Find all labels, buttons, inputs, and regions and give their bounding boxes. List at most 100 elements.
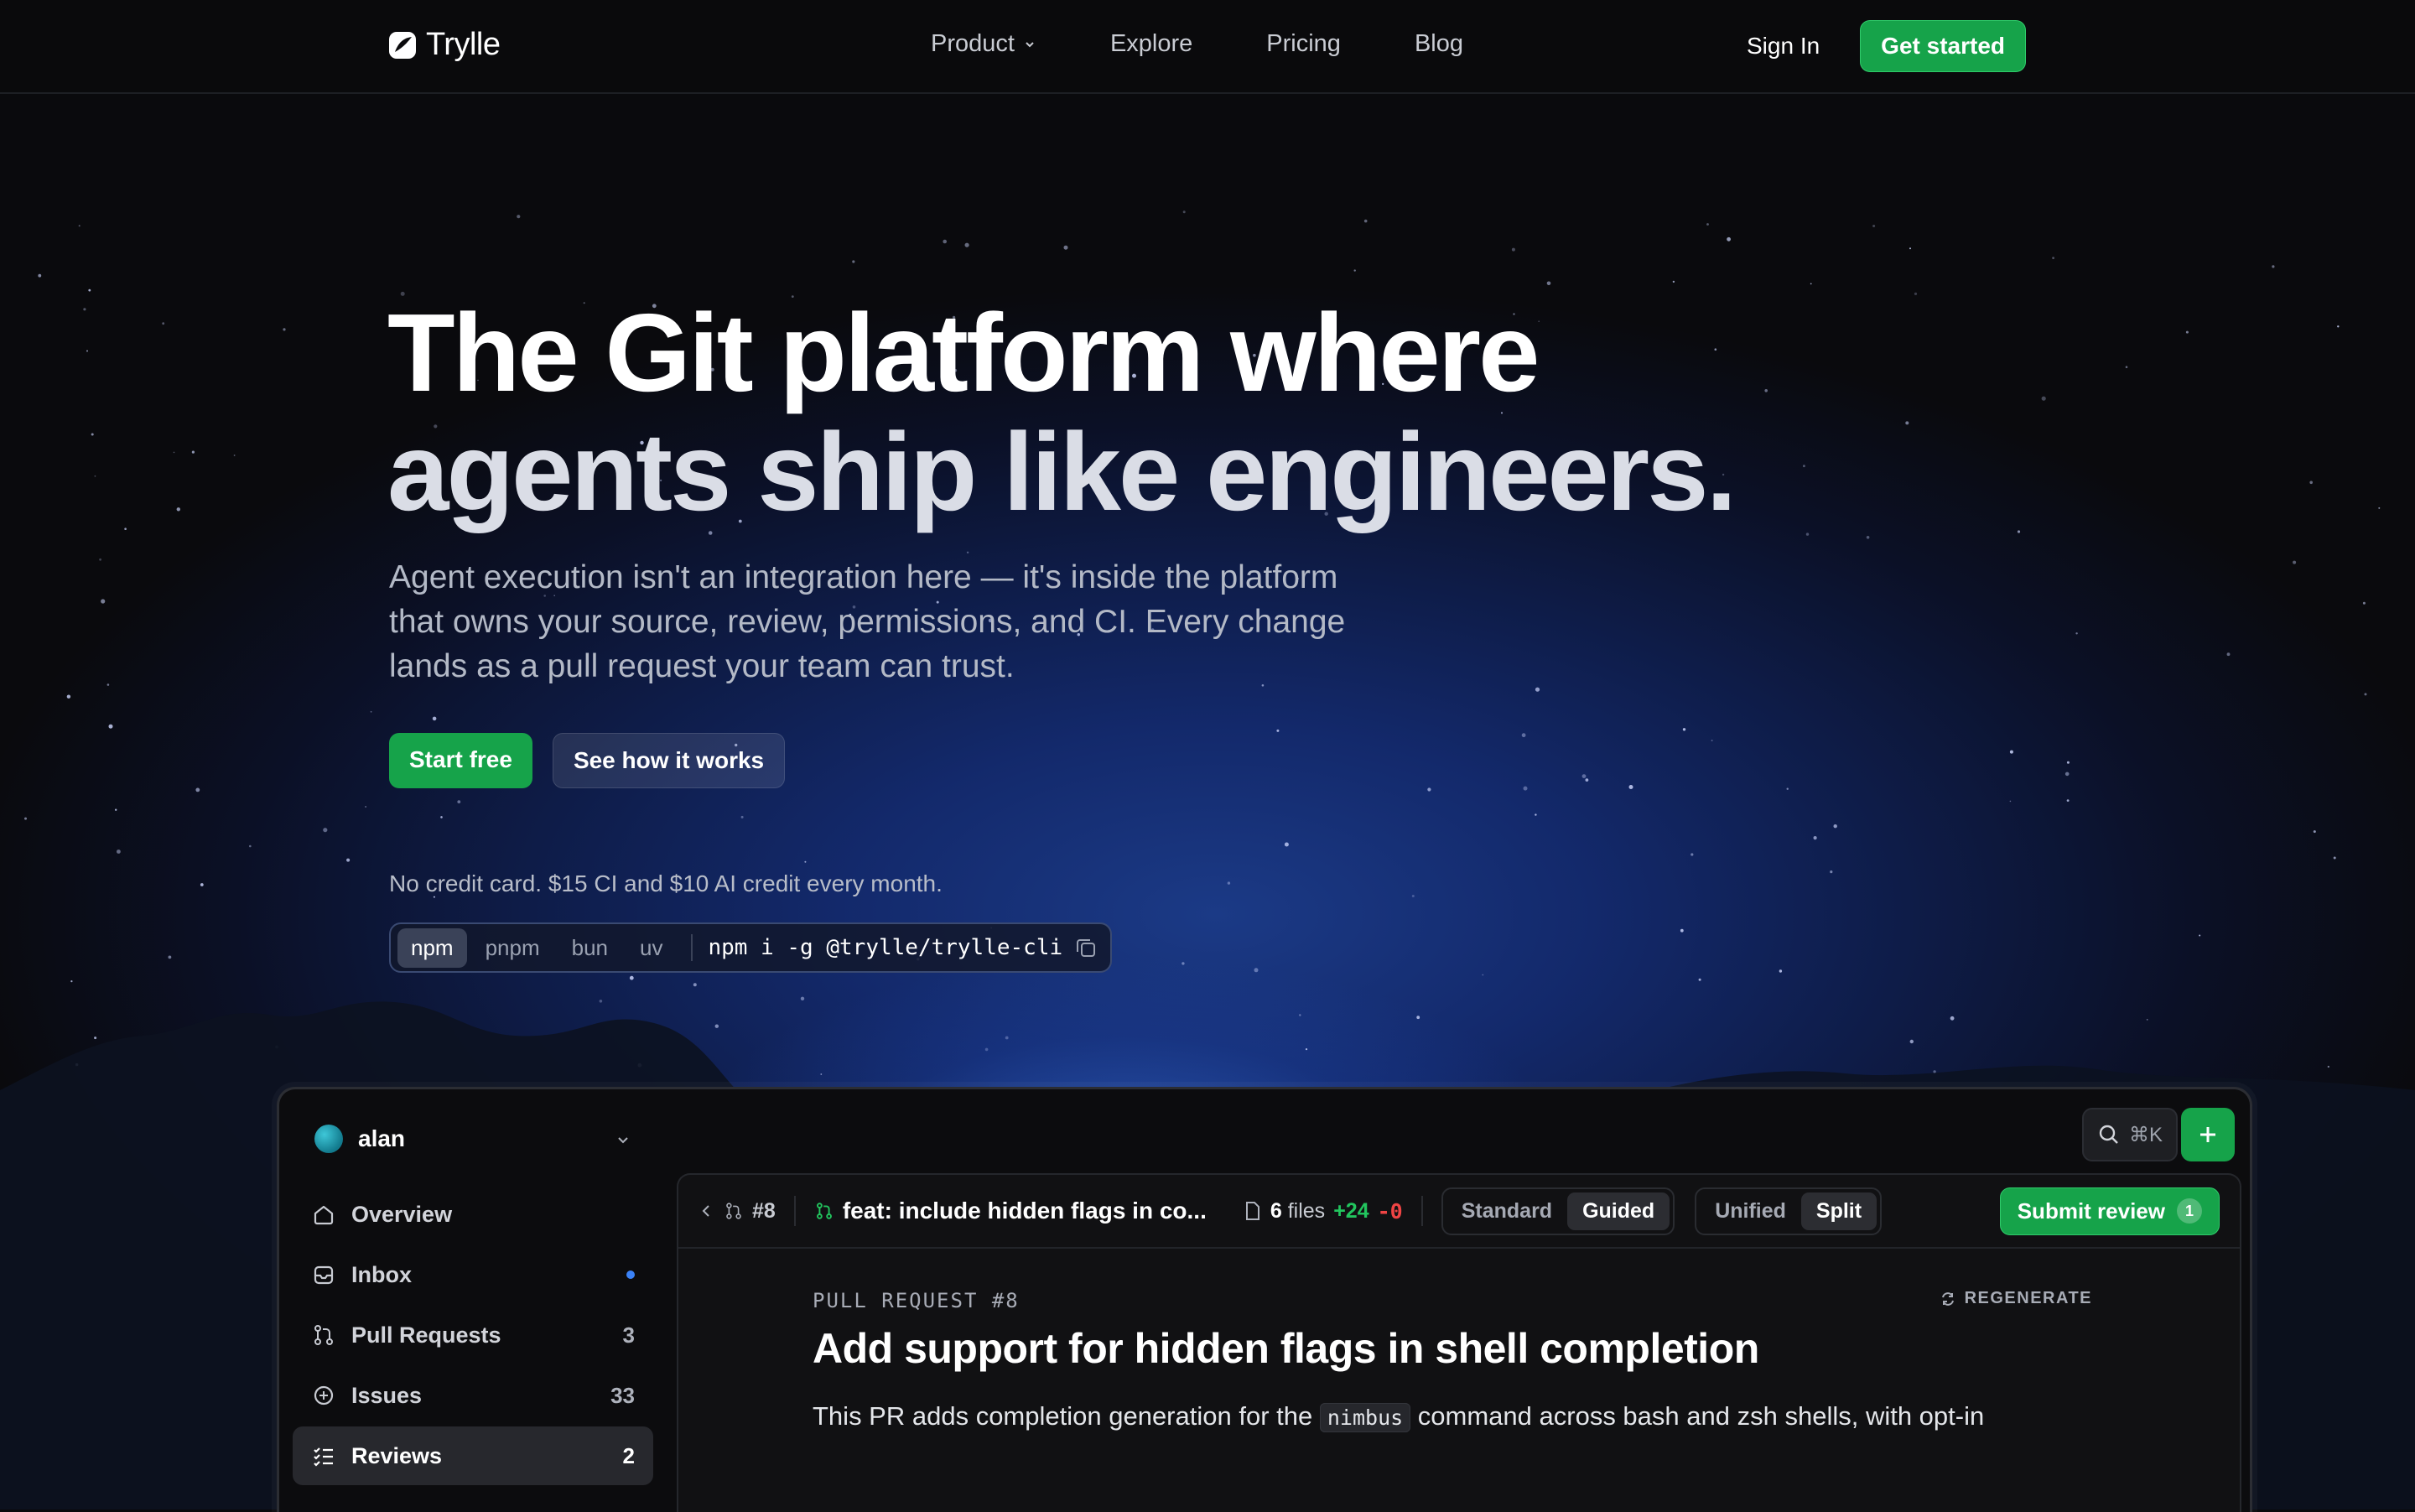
star [1727,236,1732,242]
view-split[interactable]: Split [1800,1192,1877,1230]
pr-number: #8 [752,1198,776,1223]
pm-tab-bun[interactable]: bun [558,928,621,968]
star [108,724,113,729]
star [249,844,252,848]
star [1535,687,1540,692]
star [2075,632,2078,635]
refresh-icon [1941,1291,1954,1306]
star [1672,280,1675,283]
divider [1420,1196,1423,1226]
get-started-button[interactable]: Get started [1860,20,2026,72]
star [1063,245,1068,250]
star [70,980,73,983]
pm-tab-pnpm[interactable]: pnpm [472,928,553,968]
star [1805,533,1810,536]
star [66,694,71,699]
nav-product-label: Product [931,30,1015,57]
pr-heading: Add support for hidden flags in shell co… [813,1325,1759,1372]
star [2293,560,2297,564]
user-switcher[interactable]: alan [314,1125,405,1153]
star [2064,772,2070,777]
star [1227,881,1231,885]
pr-description: This PR adds completion generation for t… [813,1401,1985,1432]
star [1182,210,1186,214]
star [2066,761,2070,764]
chevron-down-icon[interactable] [615,1131,631,1148]
install-command: npm i -g @trylle/trylle-cli [708,935,1063,960]
star [1585,778,1589,782]
star [323,828,328,833]
sidebar-item-count: 3 [622,1322,635,1348]
submit-review-label: Submit review [2017,1198,2165,1224]
star [162,322,165,325]
star [2052,257,2055,259]
star [1284,842,1289,847]
star [1779,969,1783,973]
star [94,475,96,477]
brand-logo[interactable]: Trylle [387,27,501,63]
star [964,242,969,247]
pm-tab-uv[interactable]: uv [626,928,676,968]
star [2337,325,2340,328]
star [1872,225,1876,227]
star [1914,292,1918,295]
search-button[interactable]: ⌘K [2082,1108,2178,1161]
star [1905,421,1909,425]
sidebar-item-pull-requests[interactable]: Pull Requests 3 [293,1306,653,1364]
username: alan [358,1125,406,1151]
star [2185,330,2189,334]
sidebar-item-overview[interactable]: Overview [293,1185,653,1244]
sign-in-link[interactable]: Sign In [1747,33,1820,60]
nav-product[interactable]: Product [931,30,1036,58]
pr-review-panel: #8 feat: include hidden flags in co... 6… [677,1173,2241,1512]
install-command-box: npm pnpm bun uv npm i -g @trylle/trylle-… [389,922,1112,973]
checklist-icon [314,1447,333,1467]
star [1813,836,1817,840]
sidebar-item-inbox[interactable]: Inbox [293,1245,653,1304]
start-free-button[interactable]: Start free [389,733,532,788]
star [2272,265,2275,268]
issue-icon [314,1385,334,1405]
home-icon [314,1205,334,1225]
pull-request-open-icon [816,1203,832,1219]
app-preview-window: alan Overview Inbox Pull Requests 3 Issu… [277,1087,2252,1512]
star [2017,530,2021,533]
star [91,433,94,436]
star [2309,481,2313,485]
mode-guided[interactable]: Guided [1567,1192,1670,1230]
sidebar-item-count: 2 [622,1442,635,1468]
search-icon [2099,1125,2118,1144]
chevron-left-icon[interactable] [699,1203,715,1219]
sidebar-item-issues[interactable]: Issues 33 [293,1366,653,1425]
nav-blog[interactable]: Blog [1415,30,1463,58]
star [1786,787,1789,790]
star [943,239,947,244]
pr-breadcrumb[interactable]: #8 [699,1199,776,1224]
star [852,260,855,263]
star [1711,740,1713,741]
star [176,507,180,512]
star [200,883,204,886]
sidebar-item-reviews[interactable]: Reviews 2 [293,1426,653,1485]
nav-pricing[interactable]: Pricing [1266,30,1341,58]
divider [793,1196,796,1226]
star [1535,813,1537,816]
nav-explore[interactable]: Explore [1110,30,1192,58]
see-how-button[interactable]: See how it works [552,733,786,788]
pm-tab-npm[interactable]: npm [397,927,467,968]
pending-comments-badge: 1 [2177,1198,2202,1224]
new-item-button[interactable] [2181,1108,2235,1161]
regenerate-button[interactable]: REGENERATE [1940,1289,2092,1308]
star [1628,785,1633,789]
copy-icon[interactable] [1073,935,1098,960]
view-unified[interactable]: Unified [1700,1192,1801,1230]
star [1427,787,1431,792]
file-icon [1245,1202,1259,1220]
star [124,527,127,530]
submit-review-button[interactable]: Submit review 1 [1999,1187,2220,1235]
star [1353,269,1356,272]
mode-standard[interactable]: Standard [1446,1192,1567,1230]
app-sidebar: alan Overview Inbox Pull Requests 3 Issu… [279,1089,665,1512]
sidebar-item-label: Inbox [351,1261,412,1287]
star [99,558,101,561]
